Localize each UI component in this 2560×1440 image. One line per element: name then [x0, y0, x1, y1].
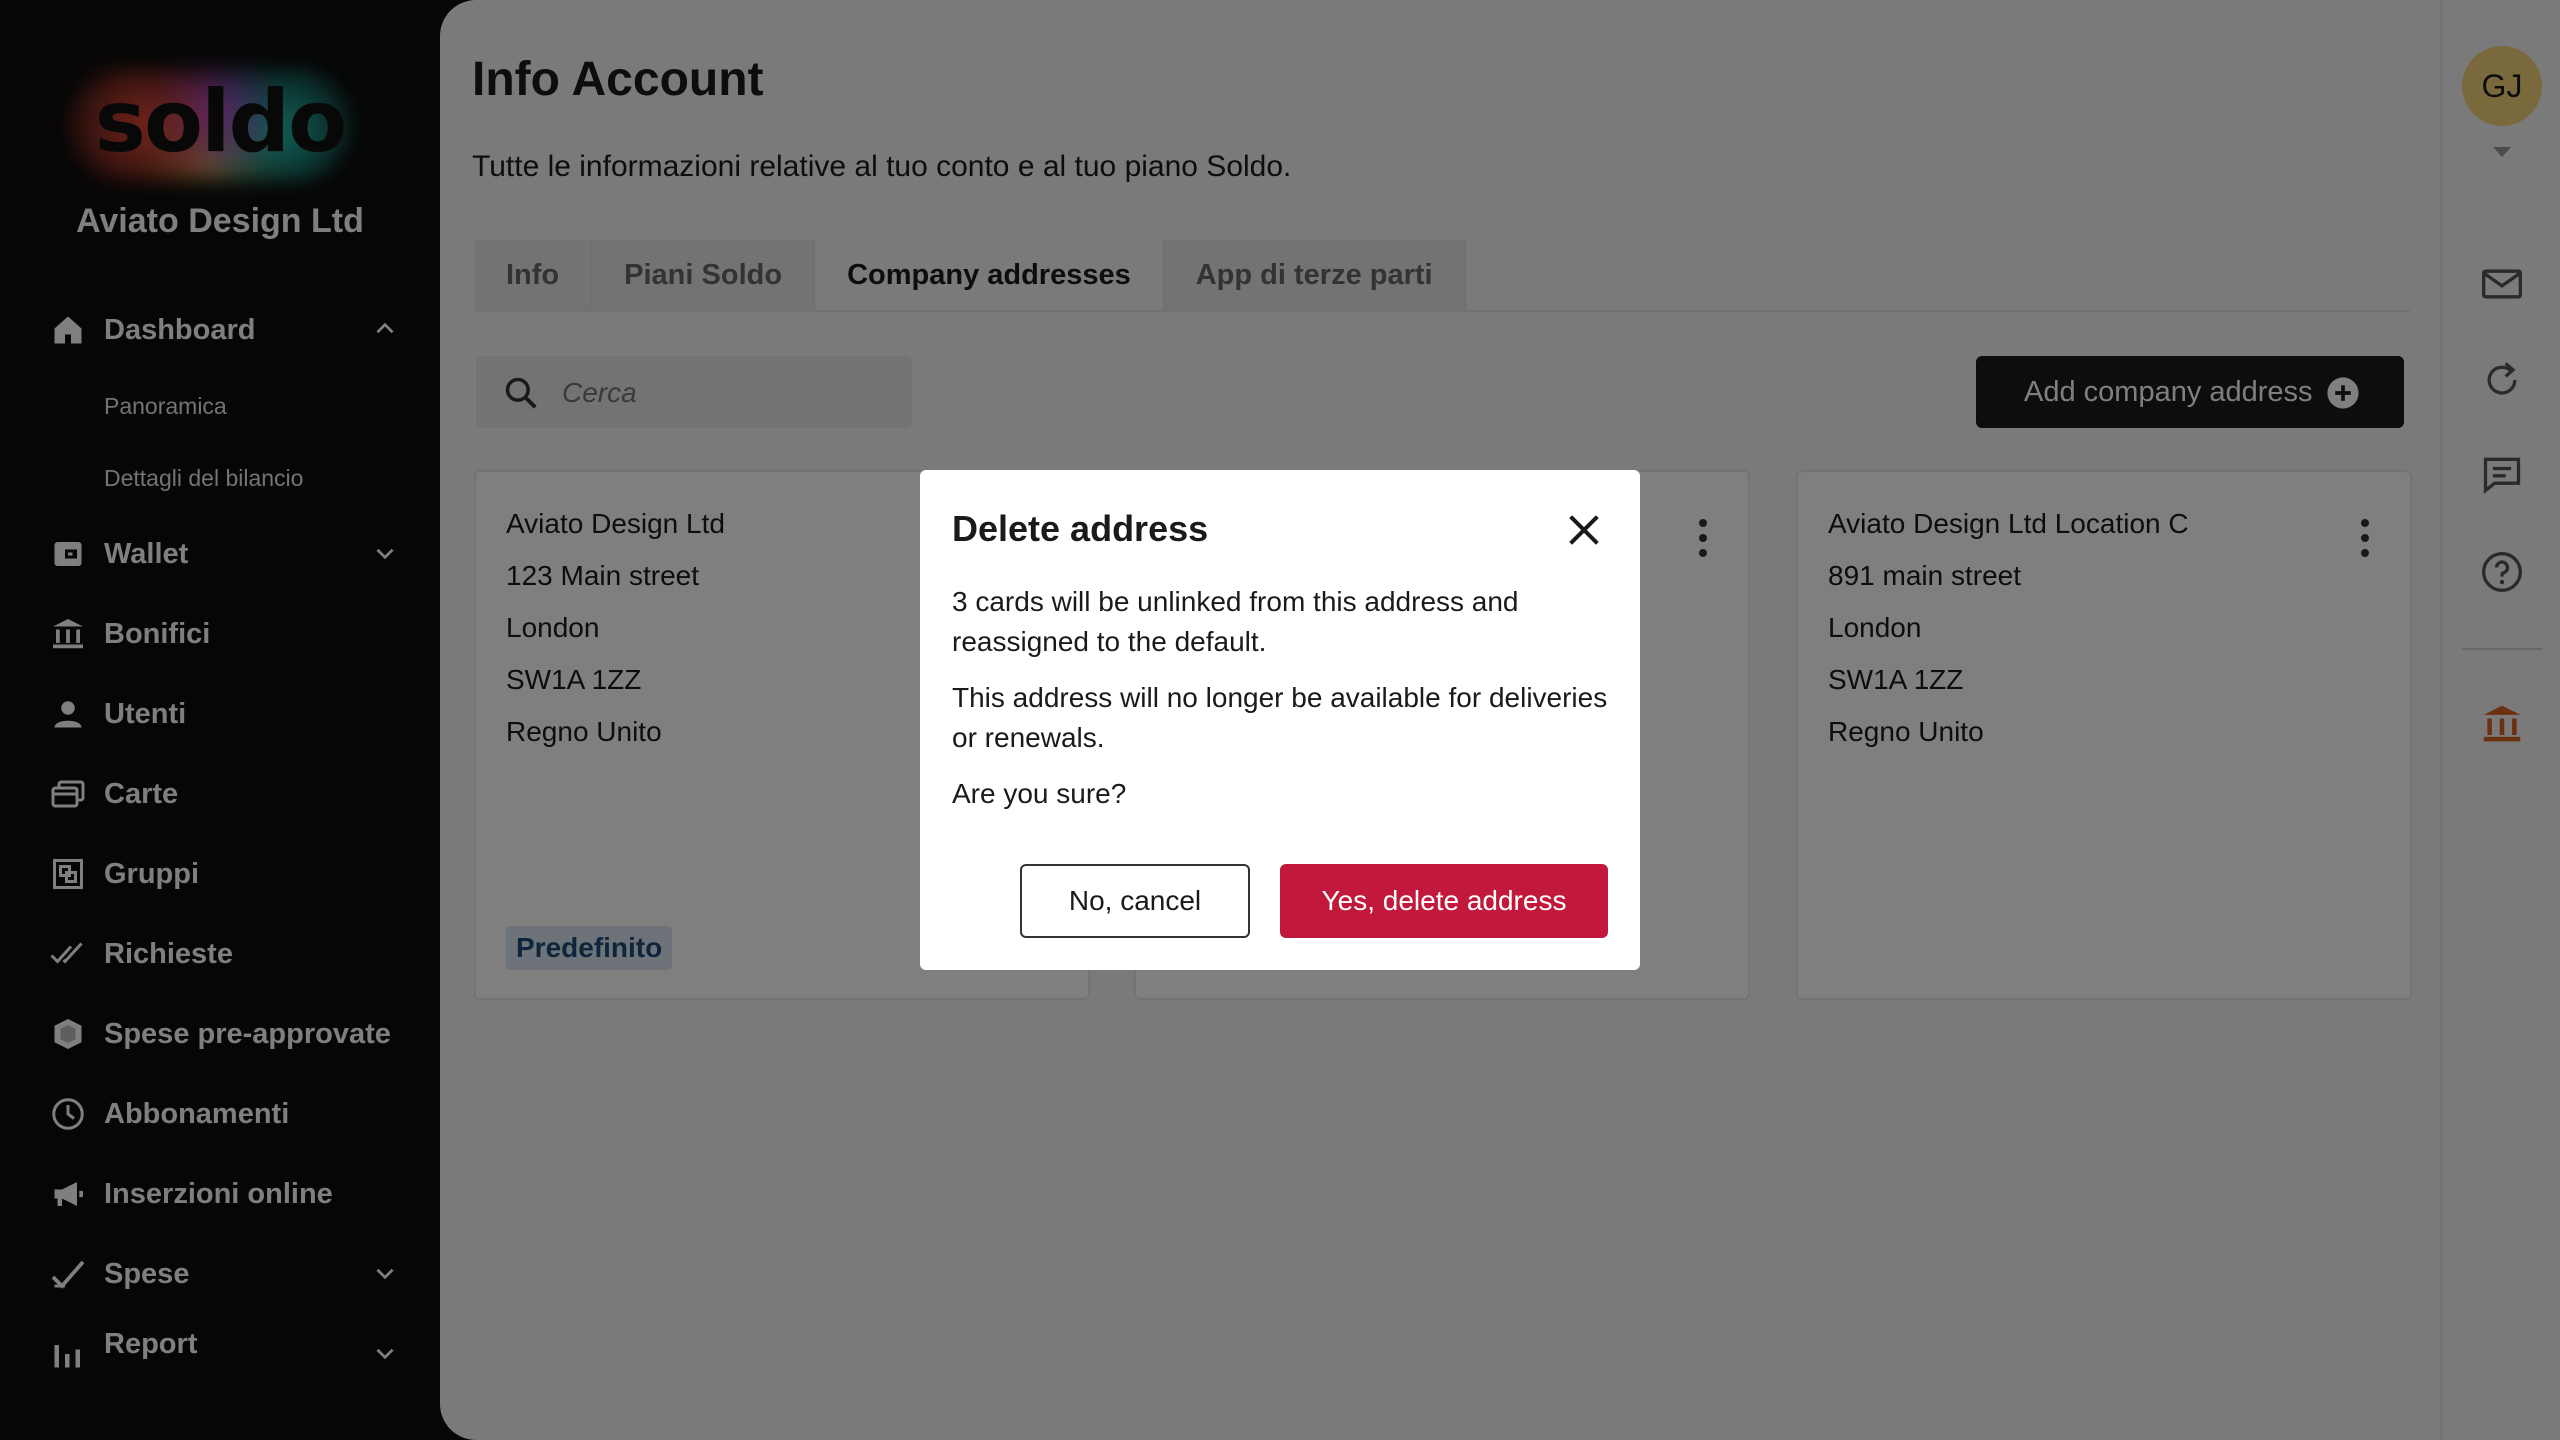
dialog-message-1: 3 cards will be unlinked from this addre…: [952, 586, 1519, 657]
delete-address-dialog: Delete address 3 cards will be unlinked …: [920, 470, 1640, 970]
close-icon[interactable]: [1564, 510, 1604, 550]
confirm-delete-button[interactable]: Yes, delete address: [1280, 864, 1608, 938]
dialog-message-3: Are you sure?: [952, 778, 1127, 809]
dialog-message-2: This address will no longer be available…: [952, 682, 1608, 753]
dialog-title: Delete address: [952, 508, 1209, 549]
cancel-button[interactable]: No, cancel: [1020, 864, 1250, 938]
